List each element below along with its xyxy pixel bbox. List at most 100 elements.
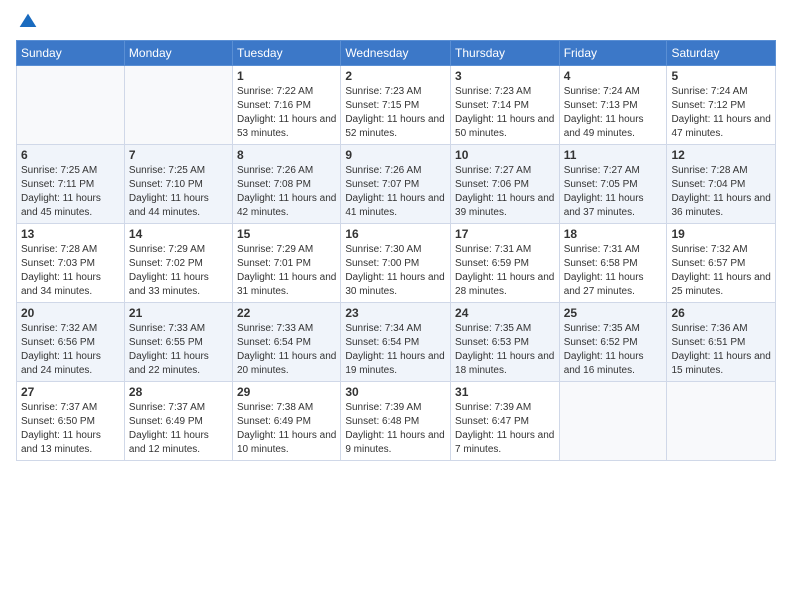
calendar-cell: 23 Sunrise: 7:34 AM Sunset: 6:54 PM Dayli… [341,303,451,382]
day-info: Sunrise: 7:25 AM Sunset: 7:10 PM Dayligh… [129,164,228,220]
logo-icon [18,12,38,32]
day-number: 23 [345,306,446,320]
weekday-header-friday: Friday [559,41,667,66]
calendar-cell: 31 Sunrise: 7:39 AM Sunset: 6:47 PM Dayli… [451,382,560,461]
calendar-cell: 13 Sunrise: 7:28 AM Sunset: 7:03 PM Dayli… [17,224,125,303]
day-info: Sunrise: 7:27 AM Sunset: 7:06 PM Dayligh… [455,164,555,220]
calendar-cell: 19 Sunrise: 7:32 AM Sunset: 6:57 PM Dayli… [667,224,776,303]
calendar-cell: 11 Sunrise: 7:27 AM Sunset: 7:05 PM Dayli… [559,145,667,224]
weekday-header-row: SundayMondayTuesdayWednesdayThursdayFrid… [17,41,776,66]
logo [16,12,38,32]
day-info: Sunrise: 7:32 AM Sunset: 6:57 PM Dayligh… [671,243,771,299]
day-info: Sunrise: 7:24 AM Sunset: 7:13 PM Dayligh… [564,85,663,141]
weekday-header-thursday: Thursday [451,41,560,66]
day-info: Sunrise: 7:29 AM Sunset: 7:01 PM Dayligh… [237,243,336,299]
day-number: 31 [455,385,555,399]
day-number: 28 [129,385,228,399]
day-number: 15 [237,227,336,241]
calendar-cell [124,66,232,145]
calendar-cell: 6 Sunrise: 7:25 AM Sunset: 7:11 PM Daylig… [17,145,125,224]
page-header [16,12,776,32]
day-info: Sunrise: 7:24 AM Sunset: 7:12 PM Dayligh… [671,85,771,141]
calendar-week-row: 20Sunrise: 7:32 AM Sunset: 6:56 PM Dayli… [17,303,776,382]
calendar-cell: 17 Sunrise: 7:31 AM Sunset: 6:59 PM Dayli… [451,224,560,303]
day-number: 27 [21,385,120,399]
day-number: 19 [671,227,771,241]
calendar-page: SundayMondayTuesdayWednesdayThursdayFrid… [0,0,792,612]
day-info: Sunrise: 7:31 AM Sunset: 6:59 PM Dayligh… [455,243,555,299]
weekday-header-sunday: Sunday [17,41,125,66]
day-number: 11 [564,148,663,162]
day-info: Sunrise: 7:34 AM Sunset: 6:54 PM Dayligh… [345,322,446,378]
calendar-cell: 12 Sunrise: 7:28 AM Sunset: 7:04 PM Dayli… [667,145,776,224]
calendar-cell: 29 Sunrise: 7:38 AM Sunset: 6:49 PM Dayli… [233,382,341,461]
calendar-cell: 9Sunrise: 7:26 AM Sunset: 7:07 PM Daylig… [341,145,451,224]
weekday-header-monday: Monday [124,41,232,66]
day-number: 22 [237,306,336,320]
calendar-cell: 21Sunrise: 7:33 AM Sunset: 6:55 PM Dayli… [124,303,232,382]
day-number: 16 [345,227,446,241]
day-info: Sunrise: 7:31 AM Sunset: 6:58 PM Dayligh… [564,243,663,299]
calendar-cell: 10Sunrise: 7:27 AM Sunset: 7:06 PM Dayli… [451,145,560,224]
calendar-cell: 7 Sunrise: 7:25 AM Sunset: 7:10 PM Daylig… [124,145,232,224]
weekday-header-tuesday: Tuesday [233,41,341,66]
day-number: 24 [455,306,555,320]
day-number: 12 [671,148,771,162]
day-number: 2 [345,69,446,83]
calendar-cell: 5 Sunrise: 7:24 AM Sunset: 7:12 PM Daylig… [667,66,776,145]
calendar-cell: 2Sunrise: 7:23 AM Sunset: 7:15 PM Daylig… [341,66,451,145]
day-number: 17 [455,227,555,241]
day-info: Sunrise: 7:37 AM Sunset: 6:50 PM Dayligh… [21,401,120,457]
day-info: Sunrise: 7:36 AM Sunset: 6:51 PM Dayligh… [671,322,771,378]
calendar-cell: 25Sunrise: 7:35 AM Sunset: 6:52 PM Dayli… [559,303,667,382]
day-info: Sunrise: 7:29 AM Sunset: 7:02 PM Dayligh… [129,243,228,299]
calendar-cell [667,382,776,461]
day-number: 6 [21,148,120,162]
calendar-week-row: 27 Sunrise: 7:37 AM Sunset: 6:50 PM Dayli… [17,382,776,461]
day-info: Sunrise: 7:25 AM Sunset: 7:11 PM Dayligh… [21,164,120,220]
calendar-cell: 14Sunrise: 7:29 AM Sunset: 7:02 PM Dayli… [124,224,232,303]
calendar-cell [17,66,125,145]
calendar-cell: 28 Sunrise: 7:37 AM Sunset: 6:49 PM Dayli… [124,382,232,461]
day-info: Sunrise: 7:26 AM Sunset: 7:08 PM Dayligh… [237,164,336,220]
day-info: Sunrise: 7:38 AM Sunset: 6:49 PM Dayligh… [237,401,336,457]
calendar-cell: 27 Sunrise: 7:37 AM Sunset: 6:50 PM Dayli… [17,382,125,461]
day-info: Sunrise: 7:23 AM Sunset: 7:14 PM Dayligh… [455,85,555,141]
day-number: 5 [671,69,771,83]
day-info: Sunrise: 7:32 AM Sunset: 6:56 PM Dayligh… [21,322,120,378]
calendar-cell: 30 Sunrise: 7:39 AM Sunset: 6:48 PM Dayli… [341,382,451,461]
logo-area [16,12,38,32]
day-number: 26 [671,306,771,320]
day-info: Sunrise: 7:27 AM Sunset: 7:05 PM Dayligh… [564,164,663,220]
calendar-cell: 20Sunrise: 7:32 AM Sunset: 6:56 PM Dayli… [17,303,125,382]
day-info: Sunrise: 7:33 AM Sunset: 6:55 PM Dayligh… [129,322,228,378]
day-info: Sunrise: 7:37 AM Sunset: 6:49 PM Dayligh… [129,401,228,457]
calendar-cell: 24Sunrise: 7:35 AM Sunset: 6:53 PM Dayli… [451,303,560,382]
day-number: 30 [345,385,446,399]
day-number: 7 [129,148,228,162]
day-info: Sunrise: 7:28 AM Sunset: 7:03 PM Dayligh… [21,243,120,299]
day-info: Sunrise: 7:33 AM Sunset: 6:54 PM Dayligh… [237,322,336,378]
calendar-cell: 8 Sunrise: 7:26 AM Sunset: 7:08 PM Daylig… [233,145,341,224]
calendar-cell [559,382,667,461]
calendar-cell: 3 Sunrise: 7:23 AM Sunset: 7:14 PM Daylig… [451,66,560,145]
day-info: Sunrise: 7:39 AM Sunset: 6:47 PM Dayligh… [455,401,555,457]
weekday-header-wednesday: Wednesday [341,41,451,66]
day-number: 13 [21,227,120,241]
calendar-table: SundayMondayTuesdayWednesdayThursdayFrid… [16,40,776,461]
day-info: Sunrise: 7:28 AM Sunset: 7:04 PM Dayligh… [671,164,771,220]
weekday-header-saturday: Saturday [667,41,776,66]
day-info: Sunrise: 7:39 AM Sunset: 6:48 PM Dayligh… [345,401,446,457]
day-info: Sunrise: 7:30 AM Sunset: 7:00 PM Dayligh… [345,243,446,299]
calendar-week-row: 6 Sunrise: 7:25 AM Sunset: 7:11 PM Daylig… [17,145,776,224]
day-number: 18 [564,227,663,241]
day-number: 3 [455,69,555,83]
calendar-cell: 18 Sunrise: 7:31 AM Sunset: 6:58 PM Dayli… [559,224,667,303]
day-number: 29 [237,385,336,399]
day-number: 1 [237,69,336,83]
calendar-cell: 22 Sunrise: 7:33 AM Sunset: 6:54 PM Dayli… [233,303,341,382]
day-number: 25 [564,306,663,320]
calendar-cell: 16 Sunrise: 7:30 AM Sunset: 7:00 PM Dayli… [341,224,451,303]
day-number: 4 [564,69,663,83]
day-number: 8 [237,148,336,162]
